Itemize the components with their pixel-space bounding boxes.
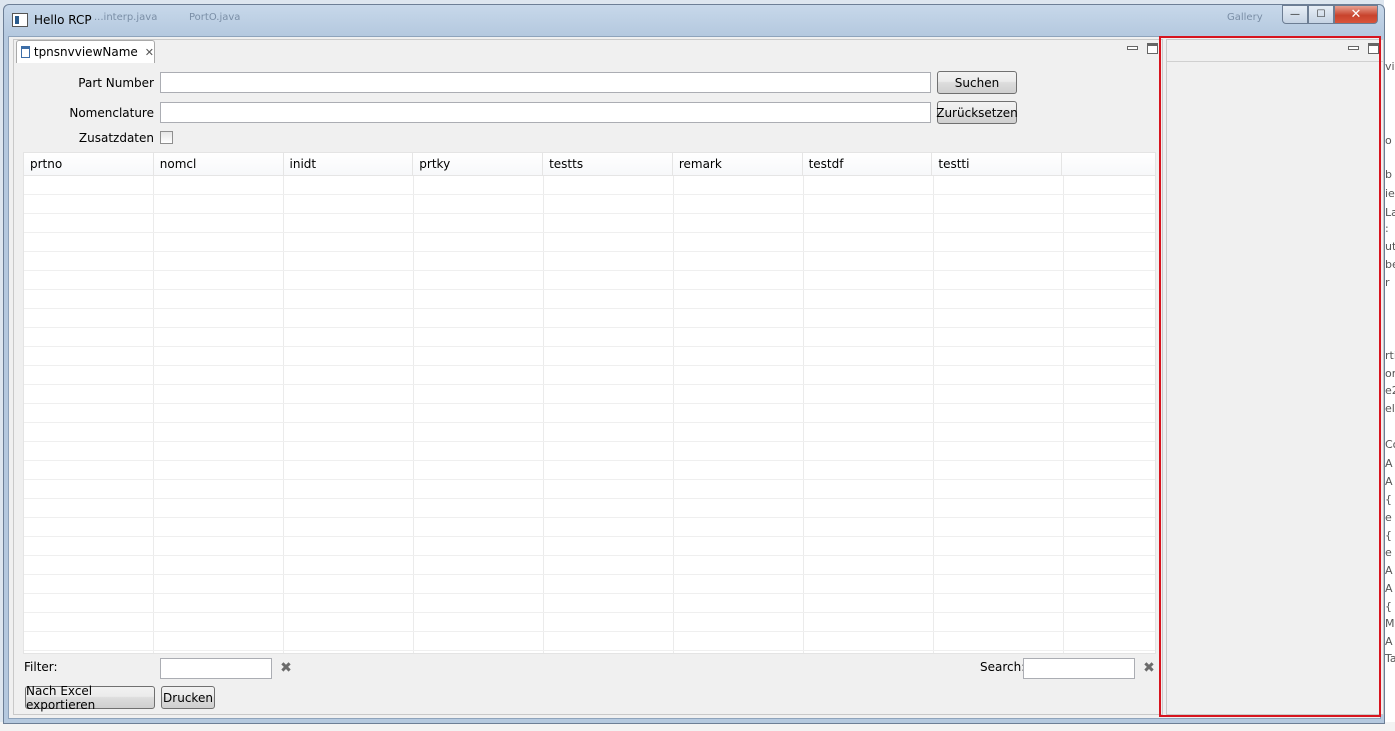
bg-fragment: b <box>1385 168 1392 181</box>
background-tab-label: PortO.java <box>189 12 241 23</box>
bg-fragment: A <box>1385 582 1393 595</box>
view-tab-label: tpnsnvviewName <box>33 45 138 59</box>
column-header-testti[interactable]: testti <box>932 153 1063 176</box>
nomenclature-input[interactable] <box>160 102 931 123</box>
column-header-testdf[interactable]: testdf <box>803 153 933 176</box>
column-header-filler <box>1062 153 1155 176</box>
app-window: Hello RCP ...interp.java PortO.java Gall… <box>3 4 1385 724</box>
view-tab-bar: tpnsnvviewName ✕ <box>14 40 1162 63</box>
bg-fragment: Co <box>1385 438 1395 451</box>
background-tab-label: Gallery <box>1227 12 1263 23</box>
bg-fragment: o <box>1385 134 1392 147</box>
bg-fragment: : <box>1385 222 1389 235</box>
bg-fragment: rti <box>1385 349 1395 362</box>
view-minimize-icon[interactable] <box>1347 43 1359 52</box>
table-header: prtno nomcl inidt prtky testts remark te… <box>24 153 1155 176</box>
clear-search-icon[interactable]: ✖ <box>1142 660 1156 676</box>
workbench-area: tpnsnvviewName ✕ Part Number Suchen Nome… <box>8 36 1384 719</box>
bg-fragment: r <box>1385 276 1390 289</box>
main-view: tpnsnvviewName ✕ Part Number Suchen Nome… <box>13 39 1163 715</box>
bg-fragment: on <box>1385 367 1395 380</box>
zusatzdaten-label: Zusatzdaten <box>78 131 154 145</box>
view-maximize-icon[interactable] <box>1147 43 1158 54</box>
bg-fragment: ie <box>1385 187 1395 200</box>
close-button[interactable]: ✕ <box>1334 5 1378 24</box>
window-controls: — ☐ ✕ <box>1282 5 1378 25</box>
view-icon <box>21 46 30 58</box>
column-header-inidt[interactable]: inidt <box>284 153 414 176</box>
bg-fragment: be <box>1385 258 1395 271</box>
secondary-view <box>1166 39 1384 715</box>
bg-fragment: Ta <box>1385 652 1395 665</box>
background-tab-label: ...interp.java <box>94 12 158 23</box>
zusatzdaten-checkbox[interactable] <box>160 131 173 144</box>
search-input[interactable] <box>1023 658 1135 679</box>
nomenclature-label: Nomenclature <box>69 106 154 120</box>
filter-input[interactable] <box>160 658 272 679</box>
column-header-prtno[interactable]: prtno <box>24 153 154 176</box>
export-excel-button[interactable]: Nach Excel exportieren <box>25 684 155 712</box>
background-window-fragment: vi o b ie La : ut be r rti on e2 el Co A… <box>1384 0 1395 731</box>
view-controls <box>1126 43 1158 54</box>
bg-fragment: { <box>1385 600 1392 613</box>
column-header-remark[interactable]: remark <box>673 153 803 176</box>
table-body[interactable] <box>24 176 1155 653</box>
maximize-button[interactable]: ☐ <box>1308 5 1334 24</box>
title-bar[interactable]: Hello RCP ...interp.java PortO.java Gall… <box>4 5 1384 35</box>
bg-fragment: e <box>1385 546 1392 559</box>
view-maximize-icon[interactable] <box>1368 43 1379 54</box>
column-header-prtky[interactable]: prtky <box>413 153 544 176</box>
bg-fragment: ut <box>1385 240 1395 253</box>
clear-filter-icon[interactable]: ✖ <box>279 660 293 676</box>
column-header-nomcl[interactable]: nomcl <box>154 153 284 176</box>
column-header-testts[interactable]: testts <box>543 153 673 176</box>
secondary-view-controls <box>1347 43 1379 54</box>
bg-fragment: { <box>1385 493 1392 506</box>
minimize-button[interactable]: — <box>1282 5 1308 24</box>
bg-fragment: A <box>1385 564 1393 577</box>
close-icon[interactable]: ✕ <box>145 46 154 59</box>
search-button[interactable]: Suchen <box>937 71 1017 94</box>
part-number-label: Part Number <box>78 76 154 90</box>
bg-fragment: A <box>1385 475 1393 488</box>
search-label: Search: <box>980 660 1026 674</box>
secondary-view-tab-bar <box>1167 40 1383 62</box>
bg-fragment: vi <box>1385 60 1395 73</box>
window-title: Hello RCP <box>34 13 92 27</box>
bg-fragment: { <box>1385 529 1392 542</box>
view-tab[interactable]: tpnsnvviewName ✕ <box>16 40 155 63</box>
bg-fragment: e <box>1385 511 1392 524</box>
view-minimize-icon[interactable] <box>1126 43 1138 52</box>
part-number-input[interactable] <box>160 72 931 93</box>
bg-fragment: el <box>1385 402 1395 415</box>
print-button[interactable]: Drucken <box>161 686 215 709</box>
reset-button[interactable]: Zurücksetzen <box>936 101 1018 124</box>
filter-label: Filter: <box>24 660 58 674</box>
bg-fragment: A <box>1385 635 1393 648</box>
app-icon <box>12 13 28 27</box>
bg-fragment: e2 <box>1385 384 1395 397</box>
bg-fragment: Me <box>1385 617 1395 630</box>
results-table[interactable]: prtno nomcl inidt prtky testts remark te… <box>23 152 1156 654</box>
bg-fragment: A <box>1385 457 1393 470</box>
bg-fragment: La <box>1385 206 1395 219</box>
